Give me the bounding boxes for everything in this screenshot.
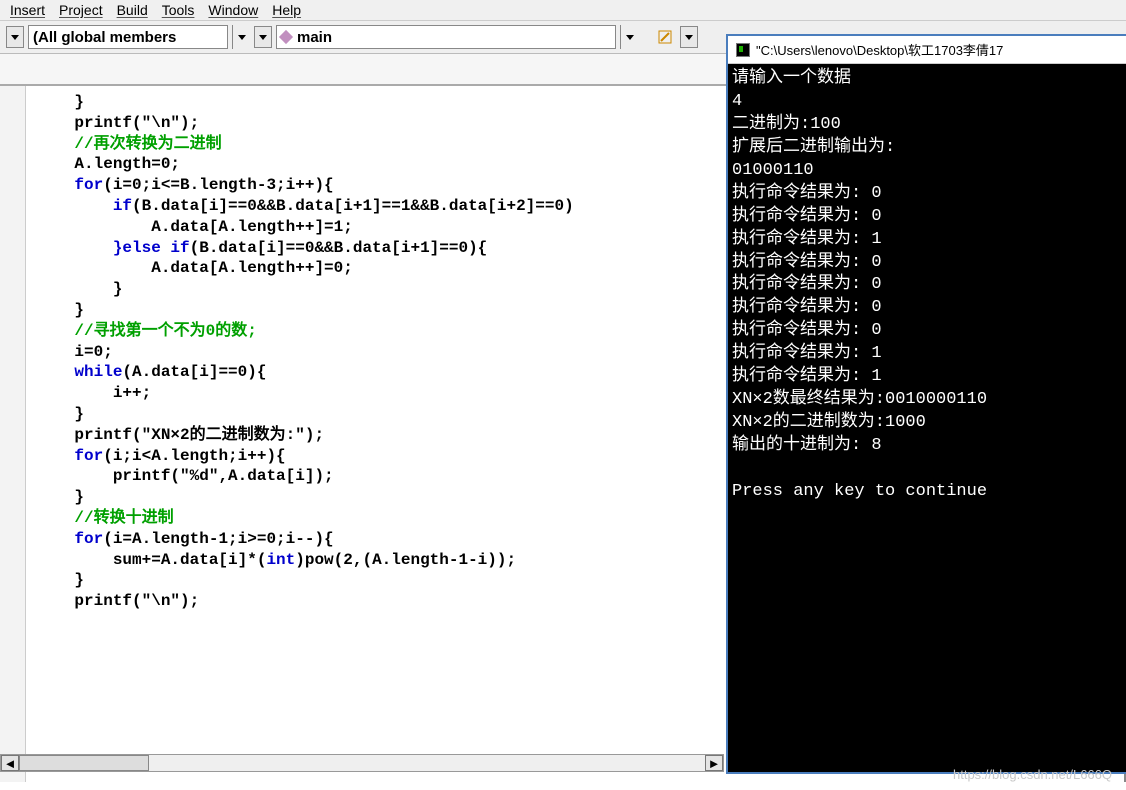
console-line: 执行命令结果为: 0: [732, 275, 882, 294]
menu-help[interactable]: Help: [272, 2, 301, 18]
menu-tools[interactable]: Tools: [162, 2, 195, 18]
console-output[interactable]: 请输入一个数据 4 二进制为:100 扩展后二进制输出为: 01000110 执…: [728, 64, 1126, 772]
symbol-dropdown-arrow[interactable]: [620, 25, 638, 49]
console-line: XN×2的二进制数为:1000: [732, 413, 926, 432]
scroll-track[interactable]: [19, 755, 705, 771]
console-line: 扩展后二进制输出为:: [732, 138, 895, 157]
menu-insert[interactable]: Insert: [10, 2, 45, 18]
console-title-text: "C:\Users\lenovo\Desktop\软工1703李倩17: [756, 40, 1003, 59]
console-titlebar[interactable]: "C:\Users\lenovo\Desktop\软工1703李倩17: [728, 36, 1126, 64]
console-line: 执行命令结果为: 1: [732, 230, 882, 249]
horizontal-scrollbar[interactable]: ◄ ►: [0, 754, 724, 772]
symbol-dropdown-label: main: [297, 29, 332, 46]
scope-dropdown[interactable]: (All global members: [28, 25, 228, 49]
scroll-left-arrow-icon[interactable]: ◄: [1, 755, 19, 771]
console-line: 执行命令结果为: 0: [732, 207, 882, 226]
wand-dropdown[interactable]: [680, 26, 698, 48]
console-line: 执行命令结果为: 0: [732, 253, 882, 272]
dropdown-small-1[interactable]: [6, 26, 24, 48]
scroll-thumb[interactable]: [19, 755, 149, 771]
console-line: 执行命令结果为: 1: [732, 344, 882, 363]
scope-dropdown-label: (All global members: [33, 29, 176, 46]
console-line: 请输入一个数据: [732, 69, 851, 88]
console-line: 执行命令结果为: 0: [732, 184, 882, 203]
console-line: 输出的十进制为: 8: [732, 436, 882, 455]
console-app-icon: [736, 43, 750, 57]
symbol-dropdown[interactable]: main: [276, 25, 616, 49]
watermark-text: https://blog.csdn.net/L666Q: [953, 767, 1112, 782]
console-line: 执行命令结果为: 0: [732, 298, 882, 317]
scroll-right-arrow-icon[interactable]: ►: [705, 755, 723, 771]
console-line: 执行命令结果为: 1: [732, 367, 882, 386]
left-gutter: [0, 86, 26, 782]
menu-window[interactable]: Window: [208, 2, 258, 18]
console-line: XN×2数最终结果为:0010000110: [732, 390, 987, 409]
console-line: Press any key to continue: [732, 482, 987, 501]
menu-build[interactable]: Build: [117, 2, 148, 18]
menu-bar: Insert Project Build Tools Window Help: [0, 0, 1126, 21]
console-line: 二进制为:100: [732, 115, 841, 134]
wand-icon[interactable]: [654, 26, 676, 48]
console-line: 01000110: [732, 161, 814, 180]
dropdown-small-2[interactable]: [254, 26, 272, 48]
console-line: 执行命令结果为: 0: [732, 321, 882, 340]
diamond-icon: [279, 30, 293, 44]
console-line: 4: [732, 92, 742, 111]
scope-dropdown-arrow[interactable]: [232, 25, 250, 49]
console-window: "C:\Users\lenovo\Desktop\软工1703李倩17 请输入一…: [726, 34, 1126, 774]
menu-project[interactable]: Project: [59, 2, 103, 18]
